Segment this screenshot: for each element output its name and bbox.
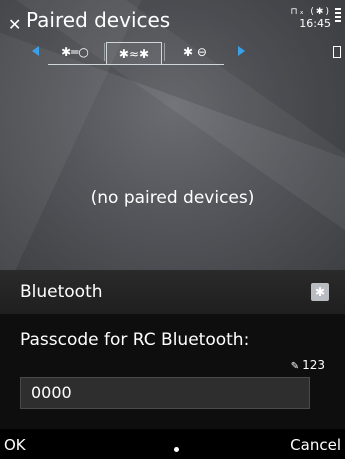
center-softkey-dot[interactable] bbox=[174, 447, 179, 452]
page-title: Paired devices bbox=[26, 8, 171, 32]
clock: 16:45 bbox=[299, 17, 331, 30]
close-icon[interactable]: ✕ bbox=[8, 17, 21, 33]
input-mode-label: 123 bbox=[302, 358, 325, 372]
input-mode-indicator: ✎ 123 bbox=[291, 358, 325, 372]
softkey-bar: OK Cancel bbox=[0, 429, 345, 459]
tab-paired-devices[interactable]: ✱≈✱ bbox=[106, 42, 162, 65]
pen-icon: ✎ bbox=[290, 361, 300, 372]
tab-divider bbox=[164, 43, 165, 61]
signal-icon bbox=[335, 8, 341, 24]
status-area: ⊓ₓ (✱) 16:45 bbox=[291, 6, 331, 30]
cancel-softkey[interactable]: Cancel bbox=[290, 436, 341, 454]
battery-icon bbox=[333, 46, 341, 58]
tab-right-arrow-icon[interactable] bbox=[238, 46, 245, 56]
tab-other-devices[interactable]: ✱ ⊖ bbox=[168, 40, 222, 64]
ok-softkey[interactable]: OK bbox=[4, 436, 26, 454]
empty-list-message: (no paired devices) bbox=[90, 188, 255, 208]
tab-audio-devices[interactable]: ✱═○ bbox=[48, 40, 102, 64]
tab-underline bbox=[48, 64, 224, 65]
passcode-input[interactable]: 0000 bbox=[20, 377, 310, 409]
passcode-dialog: Bluetooth ✱ Passcode for RC Bluetooth: ✎… bbox=[0, 270, 345, 429]
tab-bar: ✱═○ ✱≈✱ ✱ ⊖ bbox=[32, 40, 252, 66]
dialog-header: Bluetooth ✱ bbox=[0, 270, 345, 314]
passcode-prompt: Passcode for RC Bluetooth: bbox=[20, 330, 250, 350]
tab-left-arrow-icon[interactable] bbox=[32, 46, 39, 56]
dialog-title: Bluetooth bbox=[20, 282, 103, 302]
bluetooth-icon: ✱ bbox=[311, 283, 329, 301]
tab-divider bbox=[104, 43, 105, 61]
